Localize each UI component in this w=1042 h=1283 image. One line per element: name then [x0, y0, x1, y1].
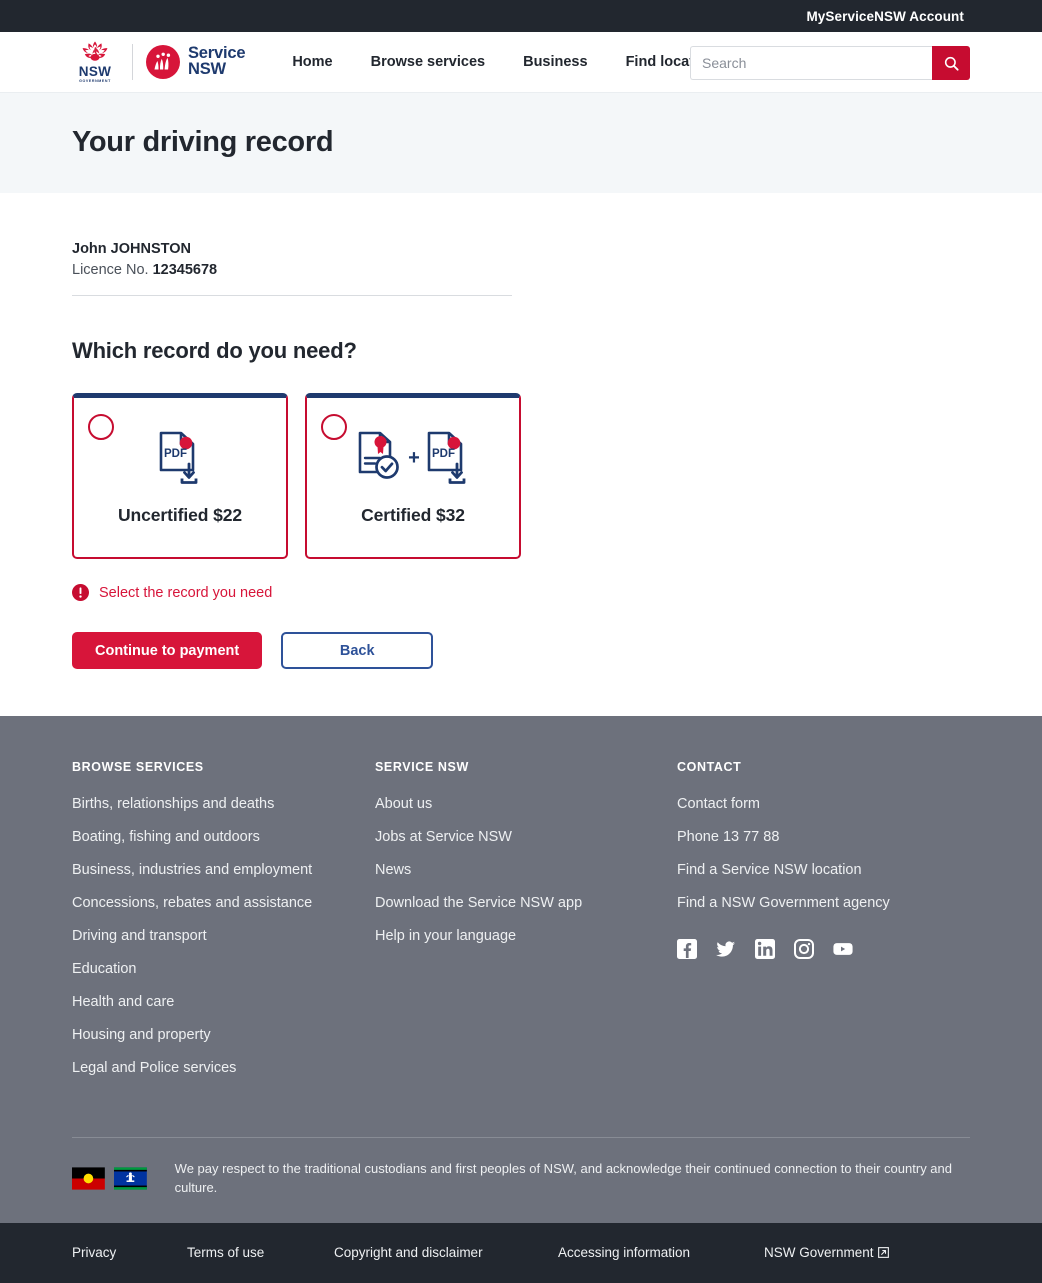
- service-nsw-wordmark: Service NSW: [188, 45, 246, 78]
- record-option-uncertified[interactable]: PDF Uncertified $22: [72, 393, 288, 559]
- search-icon: [944, 56, 959, 71]
- customer-details: John JOHNSTON Licence No. 12345678: [72, 241, 970, 278]
- plus-separator: +: [408, 446, 420, 469]
- footer-link-education[interactable]: Education: [72, 961, 375, 977]
- nsw-waratah-icon: [82, 41, 108, 61]
- selection-error-text: Select the record you need: [99, 584, 273, 601]
- customer-details-divider: [72, 295, 512, 296]
- footer-heading-contact: CONTACT: [677, 760, 742, 774]
- radio-certified[interactable]: [321, 414, 347, 440]
- bottom-link-copyright[interactable]: Copyright and disclaimer: [334, 1245, 558, 1260]
- footer-columns: BROWSE SERVICES Births, relationships an…: [72, 760, 970, 1093]
- continue-to-payment-button[interactable]: Continue to payment: [72, 632, 263, 669]
- footer-link-phone[interactable]: Phone 13 77 88: [677, 829, 970, 845]
- site-header: NSW GOVERNMENT Service NSW Home Browse s…: [0, 32, 1042, 92]
- footer-link-births[interactable]: Births, relationships and deaths: [72, 796, 375, 812]
- footer-column-browse-services: BROWSE SERVICES Births, relationships an…: [72, 760, 375, 1093]
- brand-divider: [132, 44, 133, 80]
- certified-icon-wrap: + PDF: [355, 429, 471, 487]
- footer-link-health[interactable]: Health and care: [72, 994, 375, 1010]
- linkedin-icon[interactable]: [755, 939, 775, 959]
- footer-link-concessions[interactable]: Concessions, rebates and assistance: [72, 895, 375, 911]
- nav-item-home[interactable]: Home: [273, 54, 351, 70]
- nsw-wordmark: NSW: [78, 64, 112, 80]
- certified-label: Certified $32: [361, 505, 465, 525]
- site-footer: BROWSE SERVICES Births, relationships an…: [0, 716, 1042, 1223]
- footer-link-find-location[interactable]: Find a Service NSW location: [677, 862, 970, 878]
- footer-link-news[interactable]: News: [375, 862, 677, 878]
- footer-heading-service-nsw: SERVICE NSW: [375, 760, 469, 774]
- footer-column-service-nsw: SERVICE NSW About us Jobs at Service NSW…: [375, 760, 677, 1093]
- footer-heading-browse-services: BROWSE SERVICES: [72, 760, 204, 774]
- bottom-link-accessing-information[interactable]: Accessing information: [558, 1245, 764, 1260]
- instagram-icon[interactable]: [794, 939, 814, 959]
- record-option-group: PDF Uncertified $22 + PDF Certified $32: [72, 393, 970, 559]
- facebook-icon[interactable]: [677, 939, 697, 959]
- uncertified-label: Uncertified $22: [118, 505, 242, 525]
- torres-strait-islander-flag-icon: [113, 1167, 147, 1190]
- bottom-link-nsw-government-label: NSW Government: [764, 1245, 874, 1261]
- search-bar: [690, 46, 970, 80]
- uncertified-icon-wrap: PDF: [157, 429, 203, 487]
- footer-link-jobs[interactable]: Jobs at Service NSW: [375, 829, 677, 845]
- pdf-download-icon: PDF: [159, 431, 198, 484]
- error-exclamation-icon: [72, 584, 89, 601]
- youtube-icon[interactable]: [833, 939, 853, 959]
- footer-link-contact-form[interactable]: Contact form: [677, 796, 970, 812]
- main-content: John JOHNSTON Licence No. 12345678 Which…: [0, 193, 1042, 716]
- government-wordmark: GOVERNMENT: [79, 79, 111, 84]
- search-button[interactable]: [932, 46, 970, 80]
- footer-link-business[interactable]: Business, industries and employment: [72, 862, 375, 878]
- utility-bar: MyServiceNSW Account: [0, 0, 1042, 32]
- record-option-certified[interactable]: + PDF Certified $32: [305, 393, 521, 559]
- page-title-band: Your driving record: [0, 92, 1042, 193]
- acknowledgement-text: We pay respect to the traditional custod…: [174, 1161, 952, 1195]
- external-link-icon: [877, 1247, 889, 1259]
- nav-item-business[interactable]: Business: [504, 54, 606, 70]
- social-links: [677, 939, 970, 959]
- footer-link-download-app[interactable]: Download the Service NSW app: [375, 895, 677, 911]
- brand-logo[interactable]: NSW GOVERNMENT Service NSW: [72, 40, 246, 84]
- aboriginal-flag-icon: [72, 1167, 105, 1190]
- footer-column-contact: CONTACT Contact form Phone 13 77 88 Find…: [677, 760, 970, 1093]
- main-navigation: Home Browse services Business Find locat…: [273, 54, 743, 70]
- bottom-link-terms-of-use[interactable]: Terms of use: [187, 1245, 334, 1260]
- nsw-government-logo: NSW GOVERNMENT: [72, 40, 118, 84]
- footer-link-legal[interactable]: Legal and Police services: [72, 1060, 375, 1076]
- search-input[interactable]: [690, 46, 932, 80]
- licence-number-line: Licence No. 12345678: [72, 262, 970, 278]
- radio-uncertified[interactable]: [88, 414, 114, 440]
- record-selection-heading: Which record do you need?: [72, 338, 357, 363]
- footer-link-housing[interactable]: Housing and property: [72, 1027, 375, 1043]
- service-nsw-logo[interactable]: Service NSW: [146, 45, 246, 79]
- footer-link-find-agency[interactable]: Find a NSW Government agency: [677, 895, 970, 911]
- twitter-icon[interactable]: [716, 939, 736, 959]
- licence-number: 12345678: [152, 262, 218, 278]
- service-nsw-circle-icon: [146, 45, 180, 79]
- bottom-link-nsw-government[interactable]: NSW Government: [764, 1245, 889, 1260]
- page-title: Your driving record: [72, 126, 334, 158]
- footer-link-boating[interactable]: Boating, fishing and outdoors: [72, 829, 375, 845]
- myservicensw-account-link[interactable]: MyServiceNSW Account: [806, 9, 964, 24]
- footer-link-help-language[interactable]: Help in your language: [375, 928, 677, 944]
- svg-text:PDF: PDF: [432, 448, 455, 460]
- certificate-check-icon: [358, 431, 400, 479]
- footer-link-driving[interactable]: Driving and transport: [72, 928, 375, 944]
- bottom-link-privacy[interactable]: Privacy: [72, 1245, 187, 1260]
- pdf-download-icon: PDF: [427, 431, 466, 484]
- nav-item-browse-services[interactable]: Browse services: [352, 54, 504, 70]
- footer-link-about-us[interactable]: About us: [375, 796, 677, 812]
- back-button[interactable]: Back: [281, 632, 434, 669]
- acknowledgement-of-country: We pay respect to the traditional custod…: [72, 1138, 970, 1223]
- licence-label: Licence No.: [72, 262, 149, 278]
- svg-text:PDF: PDF: [164, 448, 187, 460]
- selection-error-message: Select the record you need: [72, 584, 970, 601]
- bottom-bar: Privacy Terms of use Copyright and discl…: [0, 1222, 1042, 1283]
- form-actions: Continue to payment Back: [72, 632, 970, 716]
- service-word-line2: NSW: [188, 60, 226, 78]
- customer-name: John JOHNSTON: [72, 241, 191, 257]
